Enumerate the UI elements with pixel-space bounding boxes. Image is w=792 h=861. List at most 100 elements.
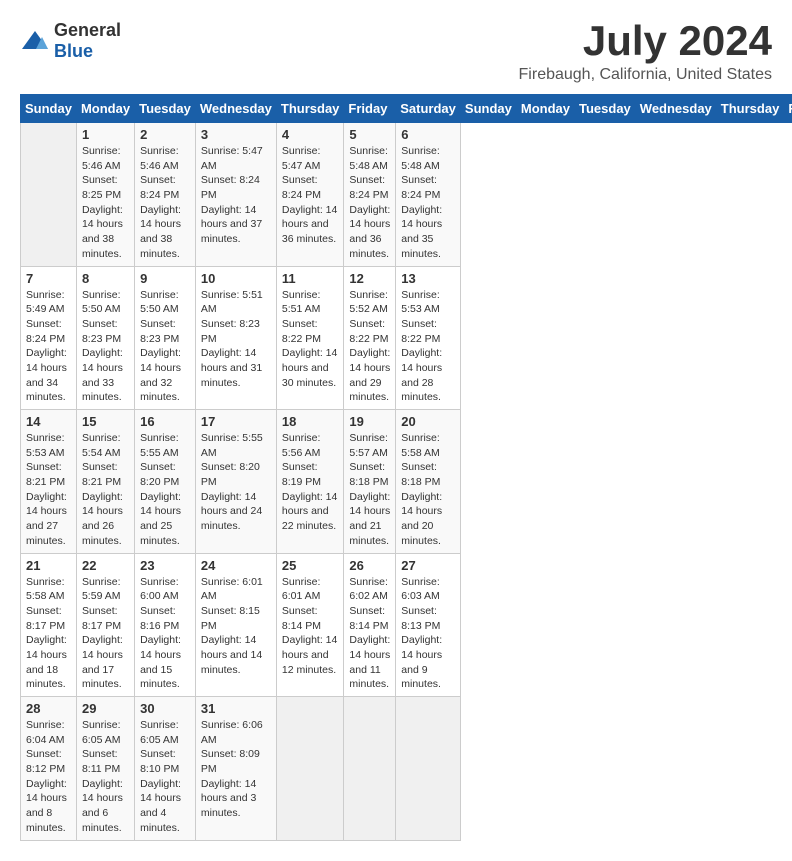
day-detail: Sunrise: 5:51 AMSunset: 8:23 PMDaylight:… <box>201 288 271 391</box>
day-header-thursday: Thursday <box>716 95 784 123</box>
day-detail: Sunrise: 5:53 AMSunset: 8:22 PMDaylight:… <box>401 288 455 406</box>
day-number: 7 <box>26 271 71 286</box>
calendar-cell: 26Sunrise: 6:02 AMSunset: 8:14 PMDayligh… <box>344 553 396 697</box>
day-detail: Sunrise: 5:53 AMSunset: 8:21 PMDaylight:… <box>26 431 71 549</box>
calendar-table: SundayMondayTuesdayWednesdayThursdayFrid… <box>20 94 792 841</box>
day-header-wednesday: Wednesday <box>195 95 276 123</box>
day-number: 14 <box>26 414 71 429</box>
calendar-cell: 4Sunrise: 5:47 AMSunset: 8:24 PMDaylight… <box>276 123 344 267</box>
day-number: 27 <box>401 558 455 573</box>
calendar-cell: 15 Sunrise: 5:54 AMSunset: 8:21 PMDayligh… <box>76 410 134 554</box>
logo-icon <box>20 29 50 53</box>
day-number: 18 <box>282 414 339 429</box>
calendar-cell: 14 Sunrise: 5:53 AMSunset: 8:21 PMDayligh… <box>21 410 77 554</box>
calendar-week-row: 28 Sunrise: 6:04 AMSunset: 8:12 PMDayligh… <box>21 697 792 841</box>
day-detail: Sunrise: 6:02 AMSunset: 8:14 PMDaylight:… <box>349 575 390 693</box>
day-detail: Sunrise: 6:04 AMSunset: 8:12 PMDaylight:… <box>26 718 71 836</box>
day-detail: Sunrise: 5:49 AMSunset: 8:24 PMDaylight:… <box>26 288 71 406</box>
day-header-tuesday: Tuesday <box>575 95 636 123</box>
day-header-monday: Monday <box>76 95 134 123</box>
day-number: 12 <box>349 271 390 286</box>
calendar-cell: 19 Sunrise: 5:57 AMSunset: 8:18 PMDayligh… <box>344 410 396 554</box>
day-detail: Sunrise: 5:57 AMSunset: 8:18 PMDaylight:… <box>349 431 390 549</box>
calendar-cell: 9 Sunrise: 5:50 AMSunset: 8:23 PMDaylight… <box>135 266 196 410</box>
calendar-cell: 2 Sunrise: 5:46 AMSunset: 8:24 PMDaylight… <box>135 123 196 267</box>
calendar-cell: 8Sunrise: 5:50 AMSunset: 8:23 PMDaylight… <box>76 266 134 410</box>
calendar-cell: 6 Sunrise: 5:48 AMSunset: 8:24 PMDaylight… <box>396 123 461 267</box>
day-detail: Sunrise: 6:05 AMSunset: 8:10 PMDaylight:… <box>140 718 190 836</box>
day-detail: Sunrise: 5:54 AMSunset: 8:21 PMDaylight:… <box>82 431 129 549</box>
day-detail: Sunrise: 5:58 AMSunset: 8:17 PMDaylight:… <box>26 575 71 693</box>
day-header-friday: Friday <box>344 95 396 123</box>
day-number: 31 <box>201 701 271 716</box>
calendar-cell: 23 Sunrise: 6:00 AMSunset: 8:16 PMDayligh… <box>135 553 196 697</box>
day-number: 3 <box>201 127 271 142</box>
day-detail: Sunrise: 5:56 AMSunset: 8:19 PMDaylight:… <box>282 431 339 534</box>
calendar-cell <box>276 697 344 841</box>
logo-general: General <box>54 20 121 40</box>
day-detail: Sunrise: 6:05 AMSunset: 8:11 PMDaylight:… <box>82 718 129 836</box>
day-number: 2 <box>140 127 190 142</box>
day-number: 17 <box>201 414 271 429</box>
day-number: 20 <box>401 414 455 429</box>
day-number: 28 <box>26 701 71 716</box>
day-header-thursday: Thursday <box>276 95 344 123</box>
day-number: 30 <box>140 701 190 716</box>
day-number: 9 <box>140 271 190 286</box>
calendar-cell: 16Sunrise: 5:55 AMSunset: 8:20 PMDayligh… <box>135 410 196 554</box>
calendar-week-row: 7 Sunrise: 5:49 AMSunset: 8:24 PMDaylight… <box>21 266 792 410</box>
day-number: 1 <box>82 127 129 142</box>
day-header-monday: Monday <box>516 95 574 123</box>
day-detail: Sunrise: 5:58 AMSunset: 8:18 PMDaylight:… <box>401 431 455 549</box>
calendar-cell: 31 Sunrise: 6:06 AMSunset: 8:09 PMDayligh… <box>195 697 276 841</box>
calendar-cell: 24Sunrise: 6:01 AMSunset: 8:15 PMDayligh… <box>195 553 276 697</box>
day-detail: Sunrise: 5:48 AMSunset: 8:24 PMDaylight:… <box>401 144 455 262</box>
day-number: 25 <box>282 558 339 573</box>
page-header: General Blue July 2024 Firebaugh, Califo… <box>20 20 772 84</box>
calendar-cell: 11 Sunrise: 5:51 AMSunset: 8:22 PMDayligh… <box>276 266 344 410</box>
day-number: 8 <box>82 271 129 286</box>
day-detail: Sunrise: 5:50 AMSunset: 8:23 PMDaylight:… <box>140 288 190 406</box>
calendar-cell: 3Sunrise: 5:47 AMSunset: 8:24 PMDaylight… <box>195 123 276 267</box>
day-number: 21 <box>26 558 71 573</box>
day-number: 23 <box>140 558 190 573</box>
day-detail: Sunrise: 6:00 AMSunset: 8:16 PMDaylight:… <box>140 575 190 693</box>
calendar-cell: 5Sunrise: 5:48 AMSunset: 8:24 PMDaylight… <box>344 123 396 267</box>
day-detail: Sunrise: 5:55 AMSunset: 8:20 PMDaylight:… <box>201 431 271 534</box>
location-title: Firebaugh, California, United States <box>519 66 772 84</box>
calendar-week-row: 14 Sunrise: 5:53 AMSunset: 8:21 PMDayligh… <box>21 410 792 554</box>
day-header-wednesday: Wednesday <box>635 95 716 123</box>
day-detail: Sunrise: 5:48 AMSunset: 8:24 PMDaylight:… <box>349 144 390 262</box>
day-detail: Sunrise: 5:46 AMSunset: 8:24 PMDaylight:… <box>140 144 190 262</box>
calendar-cell: 12 Sunrise: 5:52 AMSunset: 8:22 PMDayligh… <box>344 266 396 410</box>
day-number: 13 <box>401 271 455 286</box>
day-number: 22 <box>82 558 129 573</box>
day-number: 15 <box>82 414 129 429</box>
day-detail: Sunrise: 6:06 AMSunset: 8:09 PMDaylight:… <box>201 718 271 821</box>
calendar-cell: 7 Sunrise: 5:49 AMSunset: 8:24 PMDaylight… <box>21 266 77 410</box>
day-header-tuesday: Tuesday <box>135 95 196 123</box>
day-detail: Sunrise: 5:46 AMSunset: 8:25 PMDaylight:… <box>82 144 129 262</box>
day-header-sunday: Sunday <box>21 95 77 123</box>
calendar-header-row: SundayMondayTuesdayWednesdayThursdayFrid… <box>21 95 792 123</box>
calendar-cell: 29 Sunrise: 6:05 AMSunset: 8:11 PMDayligh… <box>76 697 134 841</box>
calendar-cell <box>21 123 77 267</box>
calendar-cell: 27 Sunrise: 6:03 AMSunset: 8:13 PMDayligh… <box>396 553 461 697</box>
calendar-cell: 1 Sunrise: 5:46 AMSunset: 8:25 PMDaylight… <box>76 123 134 267</box>
day-header-friday: Friday <box>784 95 792 123</box>
day-number: 11 <box>282 271 339 286</box>
day-number: 19 <box>349 414 390 429</box>
logo-blue: Blue <box>54 41 93 61</box>
calendar-cell: 21 Sunrise: 5:58 AMSunset: 8:17 PMDayligh… <box>21 553 77 697</box>
day-number: 4 <box>282 127 339 142</box>
calendar-cell <box>344 697 396 841</box>
calendar-cell: 20 Sunrise: 5:58 AMSunset: 8:18 PMDayligh… <box>396 410 461 554</box>
day-number: 10 <box>201 271 271 286</box>
calendar-cell <box>396 697 461 841</box>
day-detail: Sunrise: 5:55 AMSunset: 8:20 PMDaylight:… <box>140 431 190 549</box>
day-detail: Sunrise: 5:52 AMSunset: 8:22 PMDaylight:… <box>349 288 390 406</box>
day-detail: Sunrise: 5:51 AMSunset: 8:22 PMDaylight:… <box>282 288 339 391</box>
day-number: 29 <box>82 701 129 716</box>
day-number: 6 <box>401 127 455 142</box>
day-detail: Sunrise: 6:03 AMSunset: 8:13 PMDaylight:… <box>401 575 455 693</box>
